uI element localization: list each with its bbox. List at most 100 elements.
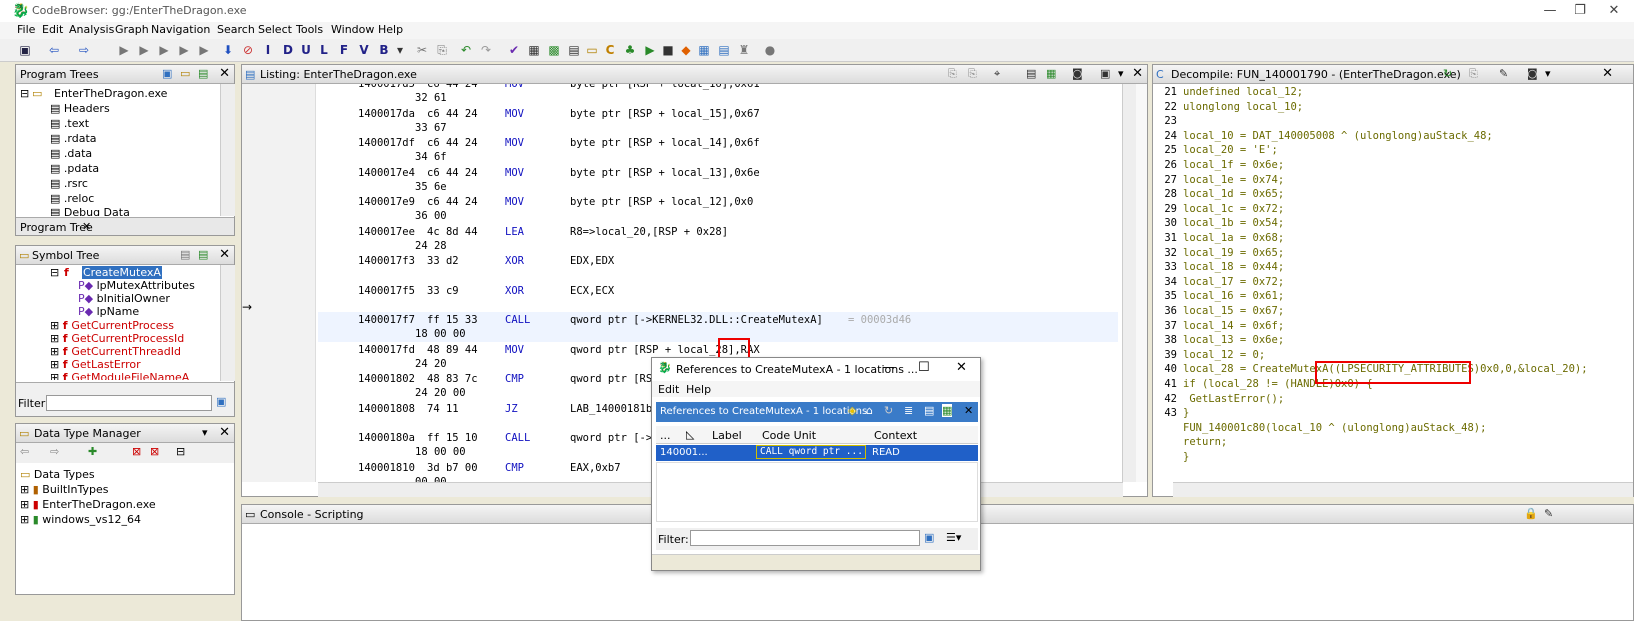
listing-mnemonic[interactable]: LEA: [505, 226, 524, 238]
tool-icon-8[interactable]: ▤: [716, 42, 732, 58]
undo-icon[interactable]: ↶: [458, 42, 474, 58]
export-icon[interactable]: ▤: [924, 404, 934, 417]
dtm-collapse-icon[interactable]: ⊟: [176, 445, 185, 458]
copy-icon[interactable]: ⎘: [1469, 67, 1478, 81]
filter-options-icon[interactable]: ▣: [216, 395, 226, 408]
restore-button[interactable]: ❐: [1566, 1, 1594, 21]
listing-address[interactable]: 140001810: [358, 462, 415, 474]
listing-address[interactable]: 1400017d5: [358, 84, 415, 90]
close-listing-icon[interactable]: ✕: [1132, 66, 1143, 81]
listing-options-icon[interactable]: ▣: [1100, 67, 1110, 80]
decompile-line[interactable]: 24 local_10 = DAT_140005008 ^ (ulonglong)…: [1155, 130, 1492, 142]
close-tab-icon[interactable]: ✕: [82, 220, 91, 233]
listing-row[interactable]: 1400017e4 c6 44 24 MOV byte ptr [RSP + loca…: [318, 165, 1118, 195]
listing-address[interactable]: 1400017f7: [358, 314, 415, 326]
dialog-menu-help[interactable]: Help: [686, 383, 711, 396]
tree-item-pdata[interactable]: ▤ .pdata: [50, 162, 99, 175]
menu-edit[interactable]: Edit: [42, 23, 63, 36]
decompile-line[interactable]: 30 local_1b = 0x54;: [1155, 217, 1284, 229]
program-trees-scrollbar[interactable]: [220, 84, 235, 216]
dtm-filter-icon-2[interactable]: ⊠: [150, 445, 159, 458]
listing-bytes[interactable]: c6 44 24: [427, 84, 478, 90]
listing-scrollbar[interactable]: [1122, 84, 1137, 482]
redo-icon[interactable]: ↷: [478, 42, 494, 58]
decompile-line[interactable]: 25 local_20 = 'E';: [1155, 144, 1277, 156]
tool-icon-1[interactable]: ✂: [414, 42, 430, 58]
nav-icon-1[interactable]: ▶: [116, 42, 132, 58]
lock-icon[interactable]: 🔒: [1524, 507, 1538, 520]
symbol-fn-3[interactable]: ⊞ f GetCurrentThreadId: [50, 345, 181, 358]
decompile-line[interactable]: 42 GetLastError();: [1155, 393, 1284, 405]
tree-root-label[interactable]: EnterTheDragon.exe: [54, 87, 167, 100]
symbol-param-2[interactable]: P◆ bInitialOwner: [78, 292, 170, 305]
tree-item-data[interactable]: ▤ .data: [50, 147, 92, 160]
listing-row[interactable]: 1400017da c6 44 24 MOV byte ptr [RSP + loca…: [318, 106, 1118, 136]
dtm-filter-icon-1[interactable]: ⊠: [132, 445, 141, 458]
decompile-line[interactable]: 28 local_1d = 0x65;: [1155, 188, 1284, 200]
decompile-line[interactable]: 43}: [1155, 407, 1189, 419]
refresh-icon[interactable]: ↻: [1443, 67, 1452, 80]
filter-settings-icon[interactable]: ☰▾: [946, 531, 961, 544]
nav-icon-4[interactable]: ▶: [176, 42, 192, 58]
refresh-icon[interactable]: ↻: [884, 404, 893, 417]
symbol-createmutexa[interactable]: CreateMutexA: [82, 266, 162, 279]
dialog-minimize-button[interactable]: —: [882, 360, 895, 375]
menu-tools[interactable]: Tools: [296, 23, 323, 36]
decompile-line[interactable]: 22 ulonglong local_10;: [1155, 101, 1303, 113]
symbol-param-3[interactable]: P◆ lpName: [78, 305, 139, 318]
clear-console-icon[interactable]: ✎: [1544, 507, 1553, 520]
close-dtm-icon[interactable]: ✕: [219, 425, 230, 440]
dialog-maximize-button[interactable]: ☐: [918, 360, 930, 375]
listing-address[interactable]: 1400017da: [358, 108, 415, 120]
tree-item-rdata[interactable]: ▤ .rdata: [50, 132, 97, 145]
symbol-tree-scrollbar[interactable]: [220, 265, 235, 381]
overview-bar[interactable]: [1136, 84, 1147, 482]
symbol-param-1[interactable]: P◆ lpMutexAttributes: [78, 279, 195, 292]
l-icon[interactable]: L: [316, 42, 332, 58]
tool-icon-6[interactable]: ■: [660, 42, 676, 58]
snapshot-icon[interactable]: ◙: [1072, 67, 1083, 80]
decompile-line[interactable]: 33 local_18 = 0x44;: [1155, 261, 1284, 273]
menu-window[interactable]: Window: [331, 23, 374, 36]
listing-row[interactable]: 1400017f3 33 d2 XOR EDX,EDX: [318, 253, 1118, 283]
dtm-action-icon[interactable]: ✚: [88, 445, 97, 458]
listing-address[interactable]: 1400017df: [358, 137, 415, 149]
snapshot-icon[interactable]: ◙: [1527, 67, 1538, 80]
listing-operand[interactable]: byte ptr [RSP + local_16],0x61: [570, 84, 760, 90]
symbol-fn-4[interactable]: ⊞ f GetLastError: [50, 358, 141, 371]
listing-address[interactable]: 1400017ee: [358, 226, 415, 238]
decompile-hscrollbar[interactable]: [1173, 482, 1633, 497]
copy-icon[interactable]: ⎘: [948, 67, 957, 81]
diamond-icon[interactable]: ◆: [678, 42, 694, 58]
listing-row[interactable]: 1400017df c6 44 24 MOV byte ptr [RSP + loca…: [318, 135, 1118, 165]
listing-operand[interactable]: LAB_14000181b: [570, 403, 652, 415]
listing-row[interactable]: 1400017e9 c6 44 24 MOV byte ptr [RSP + loca…: [318, 194, 1118, 224]
dtm-root[interactable]: ▭ Data Types: [20, 468, 95, 481]
listing-bytes[interactable]: ff 15 33: [427, 314, 478, 326]
decompile-line[interactable]: 31 local_1a = 0x68;: [1155, 232, 1284, 244]
dtm-back-icon[interactable]: ⇦: [20, 445, 29, 458]
paste-icon[interactable]: ⎘: [968, 67, 977, 81]
decompile-line[interactable]: 26 local_1f = 0x6e;: [1155, 159, 1284, 171]
listing-mnemonic[interactable]: MOV: [505, 108, 524, 120]
decompile-line[interactable]: 29 local_1c = 0x72;: [1155, 203, 1284, 215]
listing-bytes[interactable]: c6 44 24: [427, 108, 478, 120]
menu-analysis[interactable]: Analysis: [69, 23, 114, 36]
col-code-unit[interactable]: Code Unit: [762, 429, 816, 442]
decompile-line[interactable]: FUN_140001c80(local_10 ^ (ulonglong)auSt…: [1155, 422, 1486, 434]
u-icon[interactable]: U: [298, 42, 314, 58]
tree-action-icon[interactable]: ▤: [198, 67, 208, 80]
listing-address[interactable]: 1400017fd: [358, 344, 415, 356]
nav-icon-2[interactable]: ▶: [136, 42, 152, 58]
open-tree-icon[interactable]: ▭: [180, 67, 190, 80]
decompile-line[interactable]: 38 local_13 = 0x6e;: [1155, 334, 1284, 346]
forward-icon[interactable]: ⇨: [76, 42, 92, 58]
menu-navigation[interactable]: Navigation: [151, 23, 210, 36]
tree-item-text[interactable]: ▤ .text: [50, 117, 89, 130]
symbol-action-icon-2[interactable]: ▤: [198, 248, 208, 261]
listing-mnemonic[interactable]: MOV: [505, 137, 524, 149]
symbol-action-icon-1[interactable]: ▤: [180, 248, 190, 261]
diff-icon[interactable]: ▦: [1046, 67, 1056, 80]
listing-mnemonic[interactable]: MOV: [505, 196, 524, 208]
cf-icon[interactable]: C: [602, 42, 618, 58]
